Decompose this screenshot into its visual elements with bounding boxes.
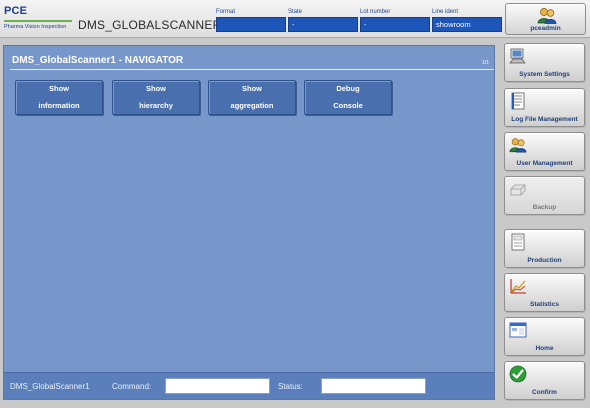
line-ident-value: showroom	[432, 17, 502, 32]
system-settings-button[interactable]: System Settings	[504, 43, 585, 82]
lot-number-label: Lot number	[360, 9, 391, 15]
show-information-button[interactable]: Show information	[15, 80, 103, 115]
format-value	[216, 17, 286, 32]
window-icon	[509, 322, 527, 338]
user-name: pceadmin	[530, 25, 561, 32]
log-file-icon	[511, 92, 525, 110]
line-ident-label: Line ident	[432, 9, 459, 15]
backup-button[interactable]: Backup	[504, 176, 585, 215]
confirm-button[interactable]: Confirm	[504, 361, 585, 400]
line-ident-field: Line ident showroom	[432, 7, 502, 32]
command-label: Command:	[112, 382, 152, 391]
button-label-line1: Debug	[336, 84, 360, 93]
sidebar-item-label: Confirm	[532, 389, 557, 396]
status-field	[321, 378, 426, 394]
button-label-line2: information	[38, 101, 80, 110]
navigator-panel: DMS_GlobalScanner1 - NAVIGATOR 1/1 Show …	[3, 45, 495, 400]
sidebar-item-label: User Management	[516, 160, 573, 167]
users-icon	[509, 138, 527, 153]
logo-subtitle: Pharma Vision Inspection	[4, 24, 67, 30]
user-management-button[interactable]: User Management	[504, 132, 585, 171]
lot-number-field: Lot number -	[360, 7, 430, 32]
app-title: DMS_GLOBALSCANNER1	[78, 18, 229, 32]
show-aggregation-button[interactable]: Show aggregation	[208, 80, 296, 115]
production-button[interactable]: Production	[504, 229, 585, 268]
state-label: State	[288, 9, 303, 15]
chart-icon	[510, 279, 526, 294]
button-label-line1: Show	[49, 84, 69, 93]
sidebar-item-label: Log File Management	[511, 116, 578, 123]
title-divider	[10, 69, 494, 70]
sidebar-item-label: Production	[527, 257, 562, 264]
backup-drive-icon	[510, 184, 526, 196]
state-value: -	[288, 17, 358, 32]
format-label: Format	[216, 9, 236, 15]
computer-icon	[509, 48, 526, 64]
command-field[interactable]	[165, 378, 270, 394]
lot-number-value: -	[360, 17, 430, 32]
sidebar-item-label: Home	[535, 345, 554, 352]
logo-underline	[4, 20, 72, 22]
sidebar-item-label: Statistics	[530, 301, 559, 308]
button-label-line1: Show	[242, 84, 262, 93]
pce-logo: PCE Pharma Vision Inspection	[4, 5, 74, 35]
log-file-management-button[interactable]: Log File Management	[504, 88, 585, 127]
document-icon	[511, 233, 525, 251]
button-label-line2: hierarchy	[139, 101, 173, 110]
sidebar-item-label: System Settings	[519, 71, 570, 78]
status-label: Status:	[278, 382, 303, 391]
device-name: DMS_GlobalScanner1	[10, 382, 90, 391]
button-label-line2: Console	[333, 101, 363, 110]
button-label-line2: aggregation	[230, 101, 274, 110]
debug-console-button[interactable]: Debug Console	[304, 80, 392, 115]
sidebar-item-label: Backup	[532, 204, 557, 211]
logo-text: PCE	[4, 5, 28, 17]
format-field: Format	[216, 7, 286, 32]
user-account-button[interactable]: pceadmin	[505, 3, 586, 35]
status-bar: DMS_GlobalScanner1 Command: Status:	[4, 372, 494, 399]
page-indicator: 1/1	[482, 60, 489, 66]
users-icon	[537, 8, 557, 24]
home-button[interactable]: Home	[504, 317, 585, 356]
show-hierarchy-button[interactable]: Show hierarchy	[112, 80, 200, 115]
check-icon	[509, 365, 527, 383]
header-bar: PCE Pharma Vision Inspection DMS_GLOBALS…	[0, 0, 590, 38]
state-field: State -	[288, 7, 358, 32]
panel-title: DMS_GlobalScanner1 - NAVIGATOR	[12, 55, 184, 66]
statistics-button[interactable]: Statistics	[504, 273, 585, 312]
button-label-line1: Show	[146, 84, 166, 93]
